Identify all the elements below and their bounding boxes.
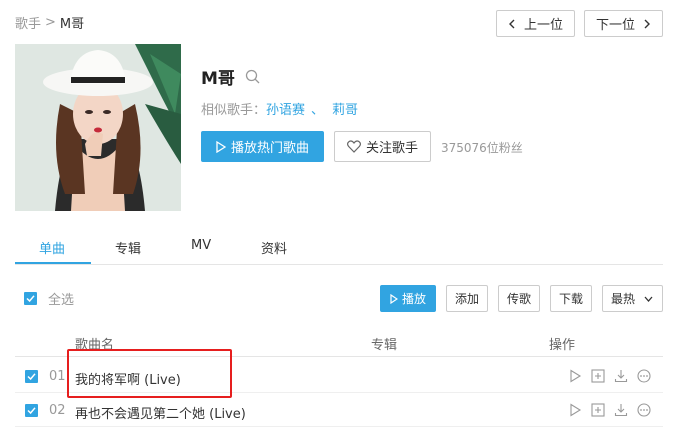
table-row[interactable]: 02 再也不会遇见第二个她 (Live) <box>15 393 663 427</box>
breadcrumb-separator: > <box>45 15 56 30</box>
artist-photo-illustration <box>15 44 181 211</box>
upload-song-button[interactable]: 传歌 <box>498 285 540 312</box>
follow-artist-label: 关注歌手 <box>365 141 418 156</box>
artist-photo <box>15 44 181 211</box>
play-icon <box>216 140 226 153</box>
prev-artist-button[interactable]: 上一位 <box>496 10 575 37</box>
heart-icon <box>346 140 361 153</box>
download-icon[interactable] <box>614 403 628 417</box>
search-icon[interactable] <box>245 69 260 84</box>
tab-singles[interactable]: 单曲 <box>39 238 65 257</box>
song-title[interactable]: 再也不会遇见第二个她 (Live) <box>75 403 246 422</box>
fans-count: 375076位粉丝 <box>441 141 523 155</box>
tab-profile[interactable]: 资料 <box>261 238 287 257</box>
add-icon[interactable] <box>591 369 605 383</box>
download-icon[interactable] <box>614 369 628 383</box>
select-all-checkbox[interactable] <box>24 292 37 305</box>
check-icon <box>27 407 36 415</box>
chevron-right-icon <box>644 19 650 28</box>
song-table-header: 歌曲名 专辑 操作 <box>15 326 663 357</box>
more-icon[interactable] <box>637 369 651 383</box>
similar-artists: 相似歌手： 孙语赛 、 莉哥 <box>201 99 358 118</box>
play-icon[interactable] <box>568 369 582 383</box>
similar-separator: 、 <box>311 103 325 118</box>
check-icon <box>26 295 35 303</box>
row-number: 02 <box>49 403 66 418</box>
row-checkbox[interactable] <box>25 370 38 383</box>
sort-dropdown-value: 最热 <box>611 292 636 306</box>
next-artist-button[interactable]: 下一位 <box>584 10 663 37</box>
similar-artist-link[interactable]: 孙语赛 <box>266 99 305 118</box>
select-all[interactable]: 全选 <box>24 289 74 308</box>
row-number: 01 <box>49 369 66 384</box>
play-hot-songs-button[interactable]: 播放热门歌曲 <box>201 131 324 162</box>
row-actions <box>568 369 660 383</box>
more-icon[interactable] <box>637 403 651 417</box>
header-song-name: 歌曲名 <box>75 338 115 353</box>
tab-bar: 单曲 专辑 MV 资料 <box>15 233 663 265</box>
header-ops: 操作 <box>549 338 576 353</box>
row-actions <box>568 403 660 417</box>
table-row[interactable]: 01 我的将军啊 (Live) <box>15 359 663 393</box>
add-icon[interactable] <box>591 403 605 417</box>
similar-artist-link[interactable]: 莉哥 <box>332 99 358 118</box>
follow-artist-button[interactable]: 关注歌手 <box>334 131 431 162</box>
breadcrumb: 歌手 > M哥 <box>15 13 84 32</box>
row-checkbox[interactable] <box>25 404 38 417</box>
sort-dropdown[interactable]: 最热 <box>602 285 663 312</box>
next-artist-label: 下一位 <box>595 18 635 33</box>
song-title[interactable]: 我的将军啊 (Live) <box>75 369 181 388</box>
play-selected-button[interactable]: 播放 <box>380 285 436 312</box>
chevron-left-icon <box>508 19 515 28</box>
prev-artist-label: 上一位 <box>523 18 563 33</box>
check-icon <box>27 373 36 381</box>
tab-albums[interactable]: 专辑 <box>115 238 141 257</box>
chevron-down-icon <box>644 296 653 302</box>
breadcrumb-parent[interactable]: 歌手 <box>15 13 41 32</box>
header-album: 专辑 <box>371 338 398 353</box>
artist-name-text: M哥 <box>201 69 235 89</box>
tab-mv[interactable]: MV <box>191 238 211 253</box>
artist-name: M哥 <box>201 64 260 89</box>
play-icon <box>390 293 398 304</box>
select-all-label: 全选 <box>48 293 75 308</box>
breadcrumb-current: M哥 <box>59 17 85 32</box>
similar-artists-label: 相似歌手： <box>201 103 267 118</box>
play-icon[interactable] <box>568 403 582 417</box>
play-hot-songs-label: 播放热门歌曲 <box>230 141 309 156</box>
add-button[interactable]: 添加 <box>446 285 488 312</box>
download-button[interactable]: 下载 <box>550 285 592 312</box>
active-tab-indicator <box>15 262 91 264</box>
play-selected-label: 播放 <box>401 292 426 306</box>
